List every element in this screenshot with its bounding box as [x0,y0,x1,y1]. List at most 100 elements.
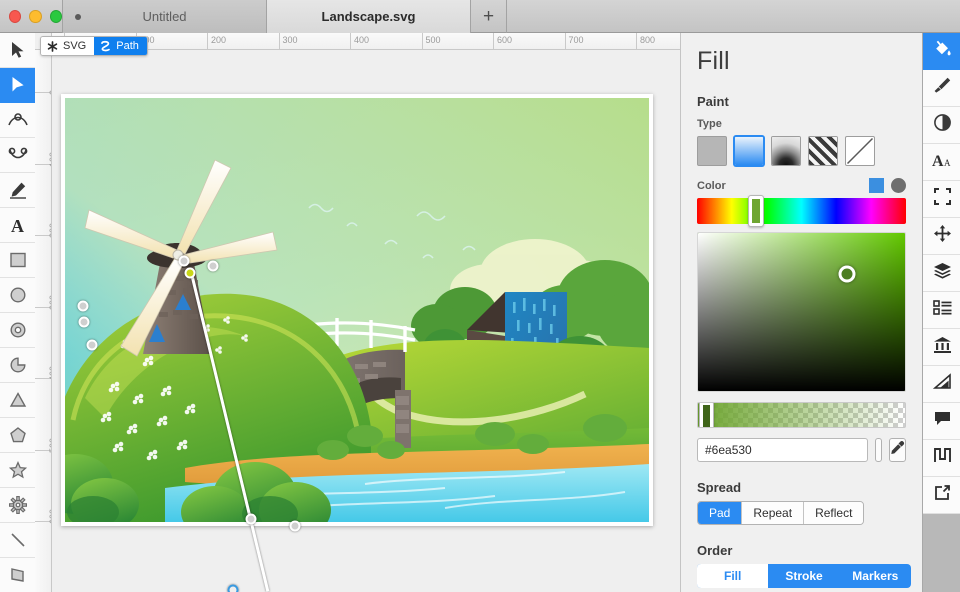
paint-type-radial-gradient[interactable] [771,136,801,166]
breadcrumb-item-svg[interactable]: SVG [41,37,95,55]
path-node-overlay[interactable] [61,94,653,592]
ruler-tick-h: 400 [350,33,369,49]
pencil-tool[interactable] [0,173,35,208]
eyedropper-button[interactable] [889,438,906,462]
spread-segmented-control: Pad Repeat Reflect [697,501,865,525]
canvas-viewport[interactable] [52,50,680,592]
tab-landscape-svg[interactable]: Landscape.svg [267,0,471,33]
color-label: Color [697,179,726,192]
alpha-slider-knob[interactable] [699,403,714,427]
panel-title: Fill [697,47,730,75]
breadcrumb-label: SVG [63,40,87,52]
order-option-markers[interactable]: Markers [840,564,911,588]
node-anchor-top[interactable] [178,255,190,267]
transform-panel-button[interactable] [923,218,960,255]
library-panel-button[interactable] [923,329,960,366]
square-icon [9,251,27,269]
paint-type-linear-gradient[interactable] [734,136,764,166]
text-tool[interactable]: A [0,208,35,243]
color-value-row: Hex ▲▼ [697,438,906,462]
triangle-tool[interactable] [0,383,35,418]
paint-section-heading: Paint [697,94,729,109]
spread-option-reflect[interactable]: Reflect [804,502,864,524]
fill-panel: Fill Paint Type Color #6ea530 Spread Pad… [680,33,922,592]
hue-slider-knob[interactable] [748,195,764,227]
ruler-tick-h: 300 [278,33,298,49]
star-icon [8,461,27,479]
tab-modified-dot [75,13,81,20]
effects-panel-button[interactable] [923,107,960,144]
paint-type-pattern[interactable] [808,136,838,166]
path-icon [100,40,111,52]
pie-icon [9,356,27,374]
node-anchor-m2[interactable] [289,520,301,532]
fill-panel-button[interactable] [923,33,960,70]
sv-picker-cursor[interactable] [838,265,856,283]
donut-icon [9,321,27,339]
eyedropper-icon [890,440,905,460]
layers-panel-button[interactable] [923,255,960,292]
gear-tool[interactable] [0,488,35,523]
alpha-knob-color [703,405,710,427]
paint-type-flat[interactable] [697,136,727,166]
hue-slider[interactable] [697,195,906,227]
bezier-handle-line[interactable] [190,275,270,592]
pattern-panel-button[interactable] [923,440,960,477]
minimize-window-button[interactable] [29,10,42,23]
star-tool[interactable] [0,453,35,488]
bounds-panel-button[interactable] [923,181,960,218]
swatch-blue[interactable] [869,178,884,193]
pie-tool[interactable] [0,348,35,383]
donut-tool[interactable] [0,313,35,348]
node-anchor-m1[interactable] [245,513,257,525]
artboard[interactable] [61,94,653,592]
stroke-panel-button[interactable] [923,70,960,107]
node-anchor-l2[interactable] [78,316,90,328]
node-edit-tool[interactable] [0,68,35,103]
node-anchor-sel[interactable] [184,267,196,279]
quad-tool[interactable] [0,558,35,592]
measure-panel-button[interactable] [923,366,960,403]
list-panel-button[interactable] [923,292,960,329]
saturation-value-picker[interactable] [697,232,906,392]
contrast-circle-icon [933,113,952,137]
ellipse-tool[interactable] [0,278,35,313]
node-anchor-l3[interactable] [86,339,98,351]
swatch-gray[interactable] [891,178,906,193]
node-anchor-l1[interactable] [77,300,89,312]
node-anchor-right[interactable] [207,260,219,272]
maximize-window-button[interactable] [49,10,62,23]
vertical-ruler[interactable]: 0100200300400500600 [35,50,52,592]
breadcrumb: SVG Path [40,36,148,56]
paint-brush-icon [933,76,952,100]
color-row-header: Color [697,178,906,193]
spread-option-repeat[interactable]: Repeat [742,502,805,524]
rectangle-tool[interactable] [0,243,35,278]
single-node-tool[interactable] [0,103,35,138]
spread-option-pad[interactable]: Pad [698,502,743,524]
hue-knob-color [752,199,760,223]
alpha-gradient [698,403,905,427]
export-panel-button[interactable] [923,477,960,514]
dual-node-tool[interactable] [0,138,35,173]
alpha-slider[interactable] [697,402,906,428]
paint-type-none[interactable] [845,136,875,166]
polygon-tool[interactable] [0,418,35,453]
line-tool[interactable] [0,523,35,558]
breadcrumb-item-path[interactable]: Path [94,37,147,55]
app-window: Untitled Landscape.svg + A 100 200 300 4… [0,0,960,592]
typography-panel-button[interactable]: A A [923,144,960,181]
close-window-button[interactable] [9,10,22,23]
order-option-fill[interactable]: Fill [697,564,769,588]
comments-panel-button[interactable] [923,403,960,440]
tab-strip: Untitled Landscape.svg + [62,0,960,33]
color-format-select[interactable]: Hex ▲▼ [875,438,882,462]
traffic-lights [0,0,62,23]
tab-untitled[interactable]: Untitled [62,0,267,33]
order-option-stroke[interactable]: Stroke [768,564,839,588]
new-tab-button[interactable]: + [471,0,507,33]
hex-input[interactable] [697,438,868,462]
node-control-point[interactable] [227,584,239,592]
select-arrow-tool[interactable] [0,33,35,68]
pencil-icon [9,181,27,199]
